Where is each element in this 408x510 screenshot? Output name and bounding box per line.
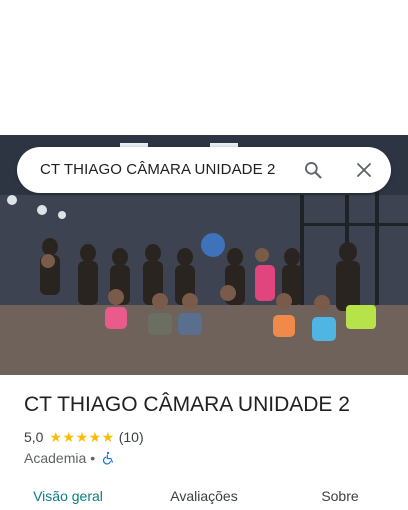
search-icon[interactable] <box>303 160 323 180</box>
tab-overview[interactable]: Visão geral <box>0 478 136 510</box>
search-input[interactable]: CT THIAGO CÂMARA UNIDADE 2 <box>40 161 275 178</box>
close-icon[interactable] <box>355 161 373 179</box>
rating-row[interactable]: 5,0 ★★★★★ (10) <box>24 428 144 446</box>
tab-about[interactable]: Sobre <box>272 478 408 510</box>
search-bar[interactable]: CT THIAGO CÂMARA UNIDADE 2 <box>17 147 391 193</box>
place-category: Academia <box>24 450 87 466</box>
rating-value: 5,0 <box>24 429 44 445</box>
review-count[interactable]: (10) <box>119 429 144 445</box>
tab-reviews[interactable]: Avaliações <box>136 478 272 510</box>
separator-dot: • <box>90 450 96 466</box>
place-title: CT THIAGO CÂMARA UNIDADE 2 <box>24 393 350 416</box>
category-row: Academia • <box>24 449 115 467</box>
place-tabs: Visão geral Avaliações Sobre <box>0 478 408 510</box>
star-rating-icon: ★★★★★ <box>49 428 115 445</box>
wheelchair-icon <box>103 451 114 465</box>
